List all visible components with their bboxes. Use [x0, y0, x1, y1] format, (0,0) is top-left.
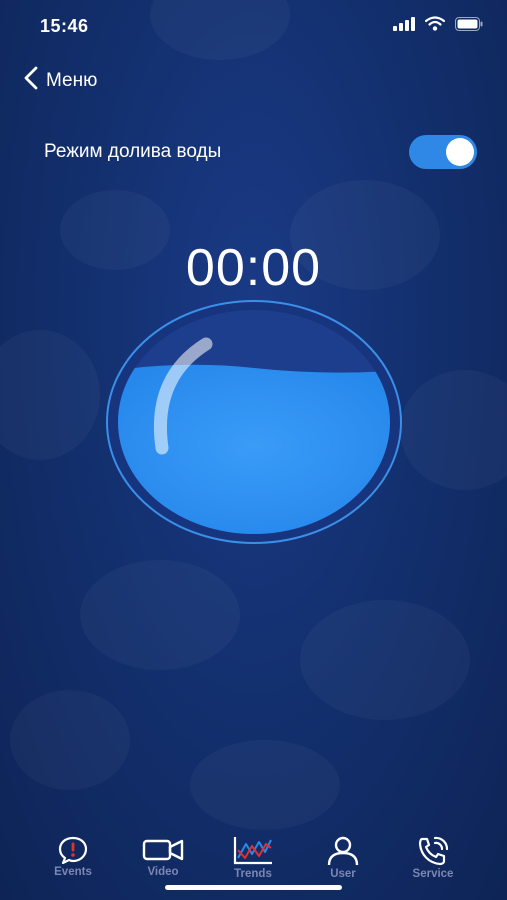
background-decoration	[190, 740, 340, 830]
video-camera-icon	[123, 836, 203, 864]
signal-icon	[393, 16, 415, 36]
status-bar: 15:46	[0, 0, 507, 54]
tab-events-label: Events	[54, 866, 92, 878]
chevron-left-icon	[24, 66, 38, 95]
user-icon	[303, 836, 383, 866]
background-decoration	[400, 370, 507, 490]
water-mode-toggle[interactable]	[409, 135, 477, 169]
home-indicator	[165, 885, 342, 890]
water-level-gauge[interactable]	[104, 298, 404, 546]
water-fill	[118, 364, 390, 534]
tab-video[interactable]: Video	[123, 836, 203, 878]
background-decoration	[10, 690, 130, 790]
tab-trends-label: Trends	[234, 868, 272, 880]
wifi-icon	[424, 16, 446, 36]
timer-display: 00:00	[185, 239, 322, 297]
background-decoration	[0, 330, 100, 460]
background-decoration	[80, 560, 240, 670]
phone-service-icon	[393, 836, 473, 866]
status-icons	[393, 16, 483, 36]
toggle-knob	[446, 138, 474, 166]
water-mode-label: Режим долива воды	[44, 141, 222, 162]
tab-service[interactable]: Service	[393, 836, 473, 880]
alert-bubble-icon	[33, 836, 113, 864]
tab-bar: Events Video Trends User Service	[0, 826, 507, 886]
tab-events[interactable]: Events	[33, 836, 113, 878]
tab-user[interactable]: User	[303, 836, 383, 880]
back-button-label: Меню	[46, 69, 98, 91]
trend-chart-icon	[213, 836, 293, 866]
status-time: 15:46	[40, 16, 89, 36]
tab-video-label: Video	[147, 866, 179, 878]
tab-trends[interactable]: Trends	[213, 836, 293, 880]
water-mode-row: Режим долива воды	[44, 130, 477, 174]
tab-service-label: Service	[412, 868, 454, 880]
tab-user-label: User	[330, 868, 356, 880]
battery-icon	[455, 16, 483, 36]
background-decoration	[300, 600, 470, 720]
back-button[interactable]: Меню	[24, 66, 97, 95]
